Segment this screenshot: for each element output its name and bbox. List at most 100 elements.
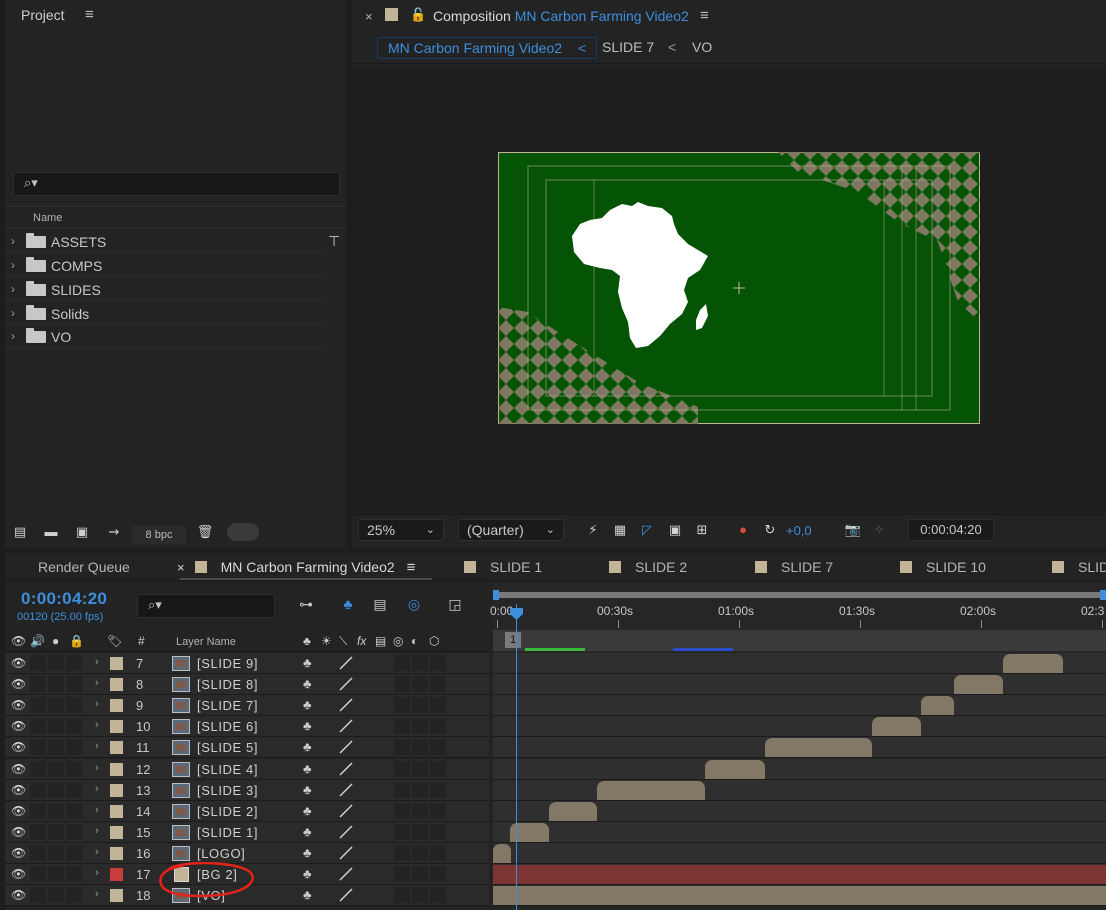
chevron-right-icon[interactable]: › [95,888,99,900]
motion-blur-toggle[interactable] [394,697,410,714]
chevron-right-icon[interactable]: › [95,698,99,710]
breadcrumb-item-vo[interactable]: VO [692,39,712,55]
adjustment-toggle[interactable] [412,823,428,840]
quality-switch-icon[interactable] [338,824,354,840]
shy-switch-icon[interactable]: ♣ [303,782,312,797]
3d-toggle[interactable] [430,844,446,861]
lock-toggle[interactable] [66,887,82,904]
layer-duration-bar[interactable] [920,696,954,716]
eye-icon[interactable]: 👁 [11,825,26,839]
tab-slide-1[interactable]: SLIDE 1 [464,559,542,575]
project-item-slides[interactable]: › SLIDES [5,278,325,301]
interpret-footage-icon[interactable]: ▤ [10,524,30,540]
layer-row[interactable]: 👁 › 8 [SLIDE 8] ♣ [5,674,489,696]
composition-mini-flowchart-icon[interactable]: ⊶ [295,596,317,616]
layer-track[interactable] [493,758,1106,780]
chevron-right-icon[interactable]: › [95,762,99,774]
chevron-right-icon[interactable]: › [95,719,99,731]
solo-toggle[interactable] [48,781,64,798]
quality-switch-icon[interactable] [338,676,354,692]
layer-row[interactable]: 👁 › 13 [SLIDE 3] ♣ [5,779,489,801]
lock-toggle[interactable] [66,718,82,735]
current-time-indicator[interactable] [516,604,517,910]
layer-duration-bar[interactable] [1003,654,1064,673]
layer-row[interactable]: 👁 › 9 [SLIDE 7] ♣ [5,695,489,717]
audio-toggle[interactable] [30,739,46,756]
viewer-menu-icon[interactable]: ≡ [700,7,709,24]
graph-editor-icon[interactable]: ◲ [444,596,466,616]
layer-track[interactable] [493,842,1106,864]
project-toggle[interactable] [227,523,259,541]
project-item-solids[interactable]: › Solids [5,302,325,325]
chevron-right-icon[interactable]: › [11,329,15,343]
show-snapshot-icon[interactable]: ✧ [870,522,888,538]
new-folder-icon[interactable]: ▬ [41,524,61,540]
trash-icon[interactable]: 🗑 [195,524,215,540]
project-search-input[interactable]: ⌕▾ [13,172,340,196]
layer-name[interactable]: [SLIDE 6] [197,719,258,734]
audio-toggle[interactable] [30,760,46,777]
adjustment-toggle[interactable] [412,887,428,904]
shy-switch-icon[interactable]: ♣ [303,845,312,860]
label-color-swatch[interactable] [110,804,123,818]
layer-name[interactable]: [SLIDE 2] [197,804,258,819]
eye-icon[interactable]: 👁 [11,846,26,860]
quality-switch-icon[interactable] [338,739,354,755]
shy-switch-icon[interactable]: ♣ [303,803,312,818]
shy-switch-icon[interactable]: ♣ [303,676,312,691]
channels-icon[interactable]: ● [734,522,752,538]
region-of-interest-icon[interactable]: ◸ [638,522,656,538]
quality-switch-icon[interactable]: ⟍ [339,634,347,649]
solo-toggle[interactable] [48,739,64,756]
audio-toggle[interactable] [30,718,46,735]
eye-icon[interactable]: 👁 [11,783,26,797]
project-tab[interactable]: Project [21,7,65,23]
chevron-right-icon[interactable]: › [95,825,99,837]
motion-blur-toggle[interactable] [394,802,410,819]
zoom-dropdown[interactable]: 25% ⌄ [358,519,444,541]
chevron-right-icon[interactable]: › [95,867,99,879]
lock-toggle[interactable] [66,802,82,819]
current-time-display[interactable]: 0:00:04:20 [21,589,107,609]
solo-toggle[interactable] [48,760,64,777]
label-color-swatch[interactable] [110,699,123,713]
shy-switch-icon[interactable]: ♣ [303,697,312,712]
mask-visibility-icon[interactable]: ▣ [666,522,684,538]
quality-switch-icon[interactable] [338,782,354,798]
layer-track[interactable] [493,800,1106,822]
breadcrumb-item-slide-7[interactable]: SLIDE 7 [602,39,654,55]
snapshot-icon[interactable]: 📷 [844,522,862,538]
breadcrumb-active[interactable]: MN Carbon Farming Video2 < [377,37,598,59]
motion-blur-icon[interactable]: ◎ [403,596,425,616]
label-color-swatch[interactable] [110,762,123,776]
audio-toggle[interactable] [30,697,46,714]
layer-duration-bar[interactable] [871,717,921,737]
lock-icon[interactable]: 🔓 [410,7,426,23]
motion-blur-toggle[interactable] [394,760,410,777]
chevron-right-icon[interactable]: › [95,783,99,795]
adjustment-toggle[interactable] [412,676,428,693]
label-color-swatch[interactable] [110,868,123,881]
time-ruler[interactable]: 0:00s 00:30s 01:00s 01:30s 02:00s 02:3 [490,602,1106,630]
adjustment-toggle[interactable] [412,844,428,861]
layer-row[interactable]: 👁 › 7 [SLIDE 9] ♣ [5,653,489,674]
tab-render-queue[interactable]: Render Queue [38,559,130,575]
solo-icon[interactable]: ● [52,634,59,648]
video-toggle-icon[interactable]: 👁 [11,634,26,648]
label-color-swatch[interactable] [110,720,123,734]
layer-duration-bar[interactable] [597,780,706,800]
layer-name[interactable]: [SLIDE 9] [197,656,258,671]
layer-name[interactable]: [SLIDE 7] [197,698,258,713]
lock-toggle[interactable] [66,760,82,777]
eye-icon[interactable]: 👁 [11,867,26,881]
quality-switch-icon[interactable] [338,761,354,777]
layer-row[interactable]: 👁 › 10 [SLIDE 6] ♣ [5,716,489,738]
layer-track[interactable] [493,695,1106,717]
lock-toggle[interactable] [66,739,82,756]
adjustment-toggle[interactable] [412,655,428,671]
new-composition-icon[interactable]: ▣ [72,524,92,540]
adjustment-toggle[interactable] [412,866,428,882]
layer-track[interactable] [493,653,1106,674]
layer-track[interactable] [493,821,1106,843]
collapse-switch-icon[interactable]: ☀ [321,634,332,648]
